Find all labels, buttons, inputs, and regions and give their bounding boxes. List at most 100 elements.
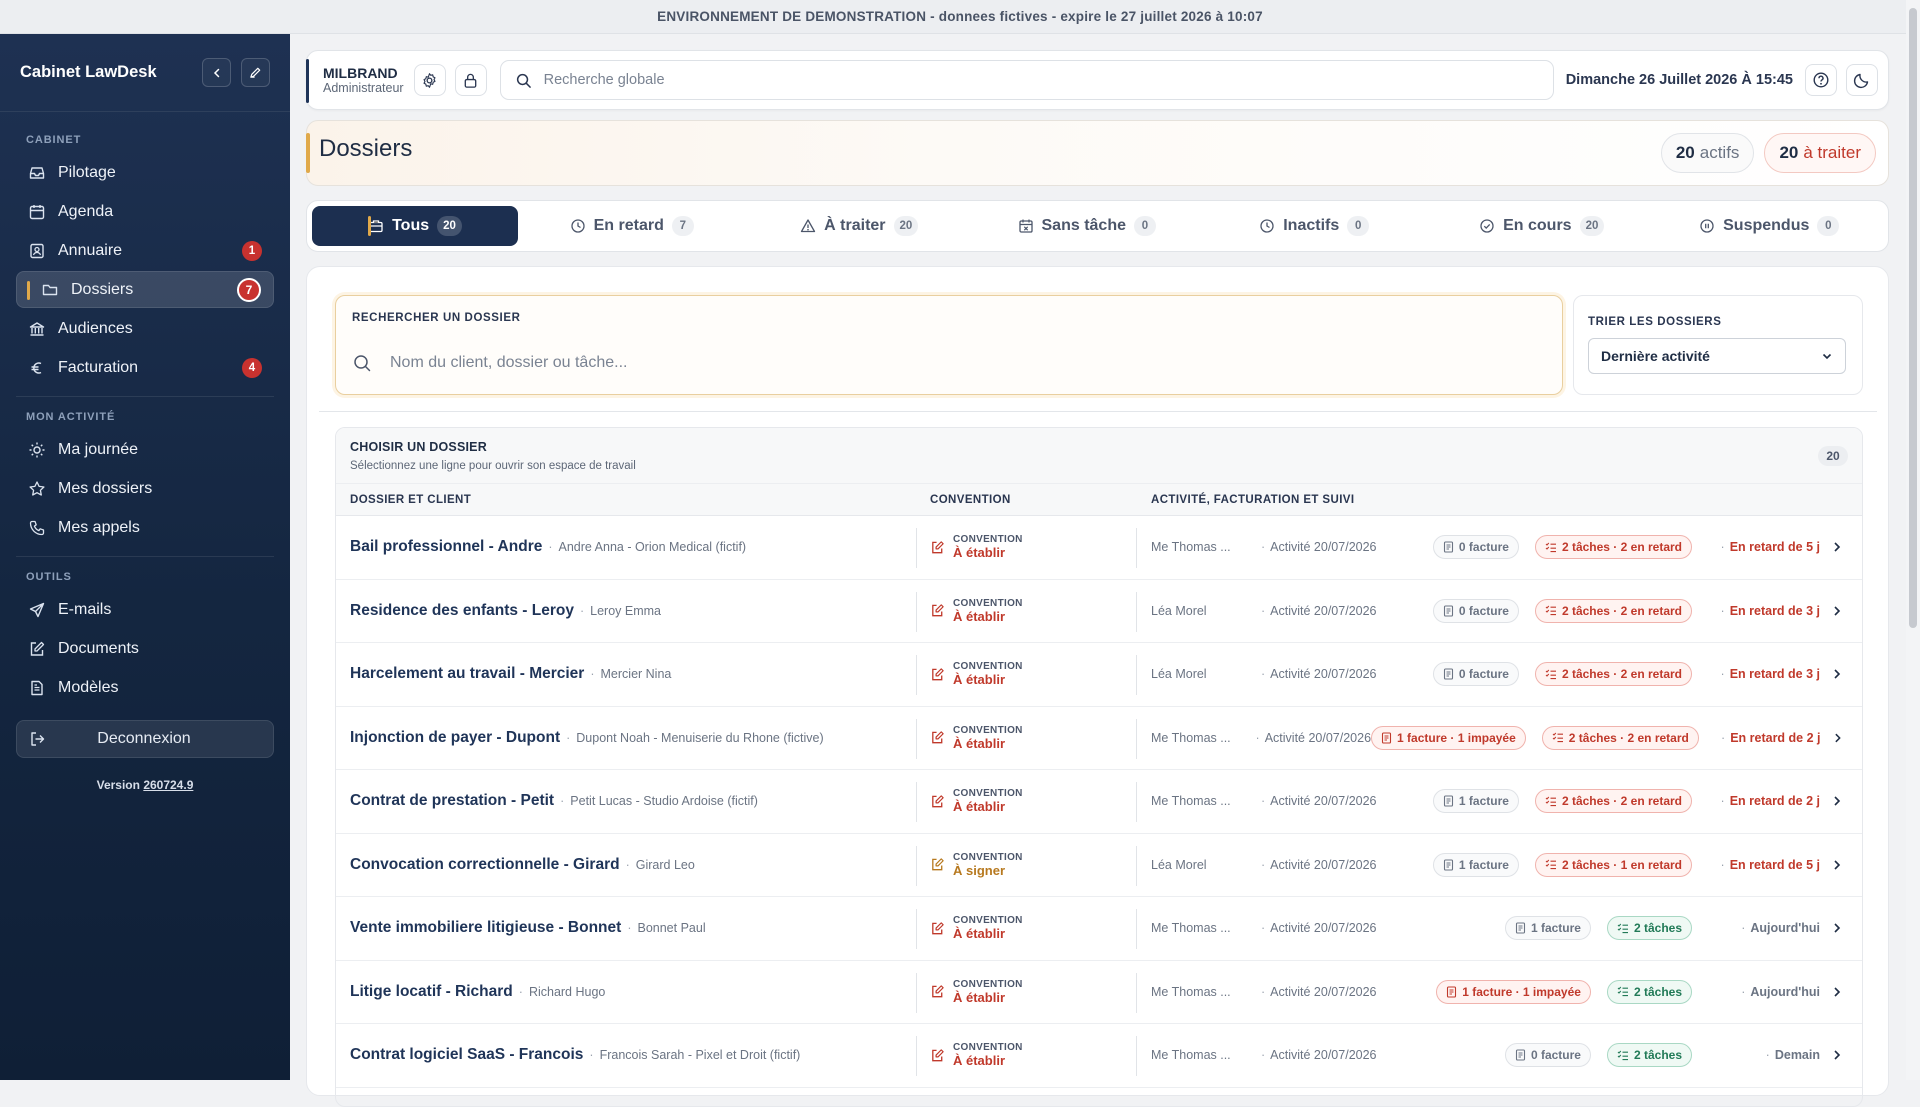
- table-row[interactable]: Injonction de payer - Dupont Dupont Noah…: [336, 707, 1862, 770]
- column-convention: CONVENTION: [930, 494, 1011, 506]
- chevron-right-icon[interactable]: [1832, 795, 1842, 807]
- sidebar-item-emails[interactable]: E-mails: [16, 591, 274, 628]
- help-button[interactable]: [1805, 64, 1837, 96]
- page-scrollbar[interactable]: [1906, 0, 1920, 1080]
- sidebar-item-modeles[interactable]: Modèles: [16, 669, 274, 706]
- table-row[interactable]: Litige locatif - Richard Richard Hugo CO…: [336, 961, 1862, 1024]
- convention-cell: CONVENTION À établir: [930, 707, 1023, 770]
- global-search[interactable]: [499, 60, 1554, 100]
- edit-button[interactable]: [241, 58, 270, 87]
- column-separator: [1136, 528, 1137, 568]
- convention-key: CONVENTION: [953, 788, 1023, 800]
- divider: [319, 411, 1877, 412]
- dossiers-panel: RECHERCHER UN DOSSIER TRIER LES DOSSIERS…: [306, 266, 1889, 1107]
- tab-inactifs[interactable]: Inactifs 0: [1201, 206, 1429, 246]
- tasks-chip[interactable]: 2 tâches · 2 en retard: [1534, 535, 1692, 560]
- sort-select[interactable]: Dernière activité: [1588, 338, 1846, 374]
- status-text: En retard de 3 j: [1692, 667, 1820, 681]
- invoice-chip[interactable]: 0 facture: [1432, 535, 1519, 560]
- column-separator: [916, 972, 917, 1013]
- tasks-chip[interactable]: 2 tâches · 2 en retard: [1534, 789, 1692, 814]
- dossier-search-input[interactable]: [390, 354, 1546, 372]
- sidebar-item-label: Mes dossiers: [58, 479, 153, 497]
- tab-sans-tache[interactable]: Sans tâche 0: [973, 206, 1201, 246]
- column-separator: [1136, 718, 1137, 759]
- tab-en-retard[interactable]: En retard 7: [518, 206, 746, 246]
- chevron-right-icon[interactable]: [1832, 859, 1842, 871]
- tasks-chip[interactable]: 2 tâches: [1606, 979, 1692, 1004]
- dossier-client: Girard Leo: [626, 858, 695, 872]
- tab-suspendus[interactable]: Suspendus 0: [1656, 206, 1884, 246]
- sidebar-item-mes-dossiers[interactable]: Mes dossiers: [16, 470, 274, 507]
- version-number-link[interactable]: 260724.9: [143, 778, 193, 792]
- table-row[interactable]: Bail professionnel - Andre Andre Anna - …: [336, 516, 1862, 580]
- chevron-right-icon[interactable]: [1832, 1049, 1842, 1061]
- chevron-right-icon[interactable]: [1832, 986, 1842, 998]
- tab-count: 0: [1347, 216, 1370, 236]
- table-row[interactable]: Contrat logiciel SaaS - Francois Francoi…: [336, 1024, 1862, 1088]
- settings-button[interactable]: [413, 64, 446, 96]
- column-separator: [1136, 591, 1137, 632]
- tab-en-cours[interactable]: En cours 20: [1428, 206, 1656, 246]
- table-row[interactable]: Contrat de prestation - Petit Petit Luca…: [336, 770, 1862, 834]
- table-row[interactable]: Harcelement au travail - Mercier Mercier…: [336, 643, 1862, 707]
- document-icon: [1447, 986, 1457, 998]
- tasks-text: 2 tâches · 2 en retard: [1561, 540, 1682, 555]
- tab-tous[interactable]: Tous 20: [312, 206, 518, 246]
- sidebar-item-audiences[interactable]: Audiences: [16, 310, 274, 347]
- invoice-chip[interactable]: 1 facture · 1 impayée: [1371, 725, 1526, 750]
- tasks-chip[interactable]: 2 tâches · 2 en retard: [1534, 598, 1692, 623]
- activity-cell: Léa Morel Activité 20/07/2026 1 facture …: [1151, 834, 1862, 897]
- invoice-chip[interactable]: 0 facture: [1504, 1043, 1591, 1068]
- dossier-search-field[interactable]: [352, 344, 1546, 382]
- chevron-right-icon[interactable]: [1832, 668, 1842, 680]
- todo-count-pill[interactable]: 20 à traiter: [1764, 133, 1876, 173]
- sidebar-item-annuaire[interactable]: Annuaire 1: [16, 232, 274, 269]
- invoice-chip[interactable]: 1 facture: [1432, 852, 1519, 877]
- column-activite: ACTIVITÉ, FACTURATION ET SUIVI: [1151, 494, 1355, 506]
- invoice-chip[interactable]: 0 facture: [1432, 662, 1519, 687]
- table-row[interactable]: Convocation correctionnelle - Girard Gir…: [336, 834, 1862, 897]
- column-separator: [1136, 972, 1137, 1013]
- sidebar-item-documents[interactable]: Documents: [16, 630, 274, 667]
- sidebar-item-pilotage[interactable]: Pilotage: [16, 154, 274, 191]
- scrollbar-thumb[interactable]: [1909, 8, 1917, 628]
- sidebar-item-agenda[interactable]: Agenda: [16, 193, 274, 230]
- chevron-right-icon[interactable]: [1832, 605, 1842, 617]
- tasks-chip[interactable]: 2 tâches · 1 en retard: [1534, 852, 1692, 877]
- sidebar-item-dossiers[interactable]: Dossiers 7: [16, 271, 274, 308]
- invoice-chip[interactable]: 0 facture: [1432, 598, 1519, 623]
- collapse-sidebar-button[interactable]: [202, 58, 231, 87]
- lock-button[interactable]: [454, 64, 487, 96]
- chevron-right-icon[interactable]: [1832, 922, 1842, 934]
- tasks-chip[interactable]: 2 tâches · 2 en retard: [1541, 725, 1699, 750]
- table-row[interactable]: Vente immobiliere litigieuse - Bonnet Bo…: [336, 897, 1862, 961]
- user-info[interactable]: MILBRAND Administrateur: [323, 65, 404, 95]
- sidebar-item-ma-journee[interactable]: Ma journée: [16, 431, 274, 468]
- convention-key: CONVENTION: [953, 597, 1023, 609]
- sidebar-item-label: Annuaire: [58, 241, 123, 259]
- tasks-chip[interactable]: 2 tâches: [1606, 1043, 1692, 1068]
- invoice-chip[interactable]: 1 facture · 1 impayée: [1436, 979, 1591, 1004]
- tasks-chip[interactable]: 2 tâches: [1606, 916, 1692, 941]
- dossier-title: Vente immobiliere litigieuse - Bonnet: [350, 919, 622, 937]
- dark-mode-toggle[interactable]: [1846, 64, 1878, 96]
- sidebar-item-mes-appels[interactable]: Mes appels: [16, 509, 274, 546]
- table-row[interactable]: Residence des enfants - Leroy Leroy Emma…: [336, 580, 1862, 643]
- tasks-chip[interactable]: 2 tâches · 2 en retard: [1534, 662, 1692, 687]
- filter-tabs: Tous 20 En retard 7 À traiter 20 Sans tâ…: [306, 200, 1889, 252]
- chevron-right-icon[interactable]: [1832, 541, 1842, 553]
- document-icon: [1515, 922, 1525, 934]
- tab-label: Inactifs: [1283, 217, 1340, 234]
- global-search-input[interactable]: [543, 72, 1539, 88]
- logout-button[interactable]: Deconnexion: [16, 720, 274, 758]
- convention-key: CONVENTION: [953, 1042, 1023, 1054]
- task-list-icon: [1545, 669, 1556, 679]
- invoice-chip[interactable]: 1 facture: [1432, 789, 1519, 814]
- active-count-pill[interactable]: 20 actifs: [1660, 133, 1755, 173]
- chevron-right-icon[interactable]: [1833, 732, 1843, 744]
- search-icon: [354, 355, 371, 372]
- sidebar-item-facturation[interactable]: Facturation 4: [16, 349, 274, 386]
- tab-a-traiter[interactable]: À traiter 20: [746, 206, 974, 246]
- invoice-chip[interactable]: 1 facture: [1504, 916, 1591, 941]
